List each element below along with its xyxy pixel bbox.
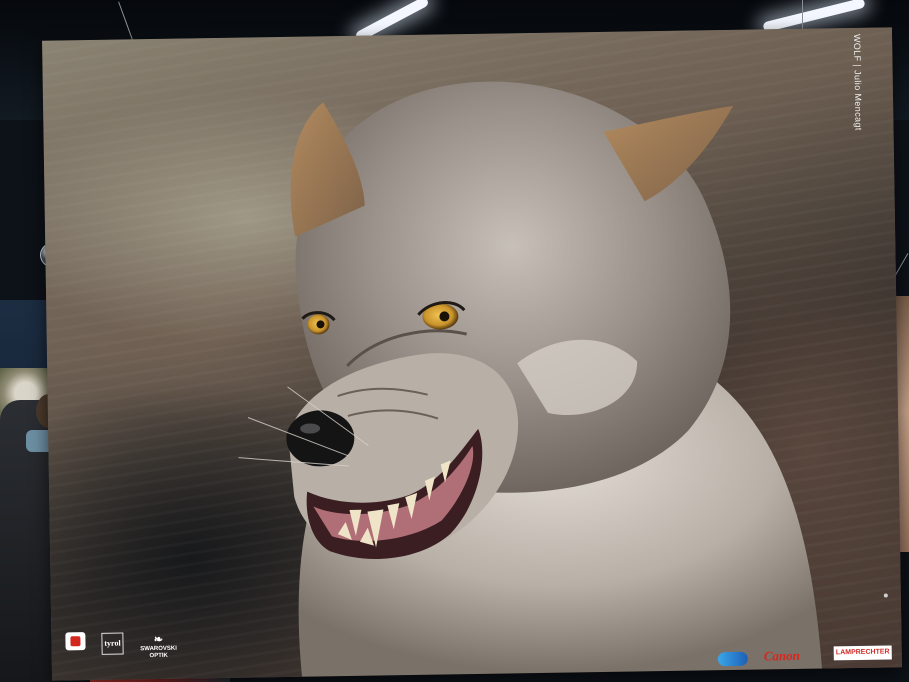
lamprechter-logo: LAMPRECHTER: [833, 645, 892, 661]
wolf-poster: WOLF | Julio Mencagt tyrol ❧ SWAROVSKI O…: [42, 27, 902, 681]
swarovski-label: SWAROVSKI OPTIK: [140, 645, 177, 660]
swarovski-swan-icon: ❧: [153, 633, 164, 647]
mounting-pin: [883, 593, 888, 598]
canon-logo: Canon: [763, 647, 801, 664]
blue-oval-logo-icon: [717, 651, 748, 667]
wolf-illustration: [238, 81, 822, 677]
red-square-logo-icon: [65, 632, 86, 651]
photo-caption: WOLF | Julio Mencagt: [852, 33, 864, 131]
swarovski-logo: ❧ SWAROVSKI OPTIK: [138, 633, 178, 661]
tyrol-logo: tyrol: [101, 632, 124, 655]
